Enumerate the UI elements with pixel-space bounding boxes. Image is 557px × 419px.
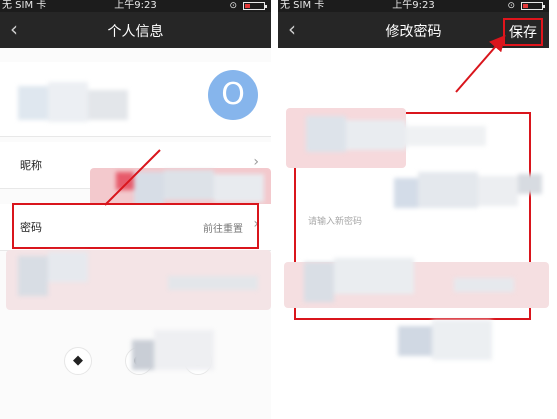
annotation-arrow-to-save <box>455 34 506 93</box>
annotation-arrow-line <box>104 149 161 206</box>
annotation-arrows <box>104 34 506 206</box>
